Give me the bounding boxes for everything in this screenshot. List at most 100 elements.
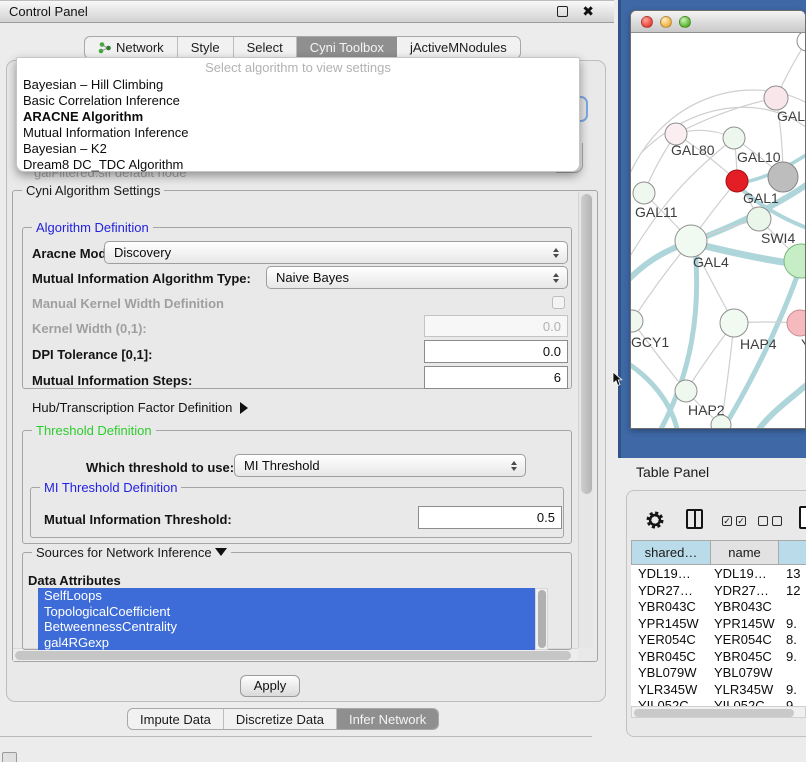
data-attribute-item[interactable]: TopologicalCoefficient <box>38 604 535 620</box>
algorithm-option[interactable]: ARACNE Algorithm <box>17 109 579 125</box>
float-window-icon[interactable] <box>557 6 568 17</box>
table-panel-title: Table Panel <box>636 464 709 480</box>
which-threshold-select[interactable]: MI Threshold <box>234 454 526 477</box>
mi-threshold-field[interactable]: 0.5 <box>418 506 562 529</box>
table-row[interactable]: YBL079WYBL079W <box>632 665 806 682</box>
scrollbar-thumb[interactable] <box>15 651 571 660</box>
table-cell: 9. <box>786 682 797 697</box>
network-node-Y[interactable] <box>787 310 805 336</box>
attributes-list-scrollbar[interactable] <box>535 588 548 650</box>
table-row[interactable]: YDL19…YDL19…13 <box>632 566 806 583</box>
zoom-traffic-light-icon[interactable] <box>679 16 691 28</box>
collapse-down-icon[interactable] <box>215 548 227 556</box>
tab-jactivemnodules[interactable]: jActiveMNodules <box>397 37 520 58</box>
mi-threshold-definition-title: MI Threshold Definition <box>40 481 181 495</box>
unchecked-checkbox-icon[interactable] <box>772 516 782 526</box>
kernel-width-field[interactable]: 0.0 <box>424 315 568 337</box>
network-canvas[interactable]: GALGAL80GAL10GAL1GAL11SWI4GAL4GCY1HAP4YH… <box>631 33 805 429</box>
mi-steps-field[interactable]: 6 <box>424 366 568 389</box>
algorithm-option-list: Bayesian – Hill ClimbingBasic Correlatio… <box>17 77 579 174</box>
tab-label: Style <box>191 40 220 55</box>
algorithm-option[interactable]: Dream8 DC_TDC Algorithm <box>17 157 579 173</box>
mi-type-value: Naive Bayes <box>276 270 553 285</box>
manual-kernel-checkbox[interactable] <box>552 296 565 309</box>
tab-impute-data[interactable]: Impute Data <box>128 709 224 729</box>
network-node-HAP2[interactable] <box>675 380 697 402</box>
gear-icon[interactable] <box>646 511 664 529</box>
algorithm-option[interactable]: Bayesian – Hill Climbing <box>17 77 579 93</box>
popup-prompt: Select algorithm to view settings <box>17 60 579 77</box>
tab-discretize-data[interactable]: Discretize Data <box>224 709 337 729</box>
scrollbar-thumb[interactable] <box>581 194 592 494</box>
mi-type-select[interactable]: Naive Bayes <box>266 266 568 289</box>
table-row[interactable]: YBR045CYBR045C9. <box>632 649 806 666</box>
dpi-tolerance-field[interactable]: 0.0 <box>424 340 568 363</box>
algorithm-option[interactable]: Mutual Information Inference <box>17 125 579 141</box>
hub-definition-toggle[interactable]: Hub/Transcription Factor Definition <box>32 400 248 415</box>
network-node-GCY1[interactable] <box>631 310 643 332</box>
table-row[interactable]: YPR145WYPR145W9. <box>632 616 806 633</box>
close-traffic-light-icon[interactable] <box>641 16 653 28</box>
tab-style[interactable]: Style <box>178 37 234 58</box>
table-row[interactable]: YDR27…YDR27…12 <box>632 583 806 600</box>
document-icon[interactable] <box>799 506 806 529</box>
network-view-window: GALGAL80GAL10GAL1GAL11SWI4GAL4GCY1HAP4YH… <box>630 10 806 429</box>
unchecked-checkbox-icon[interactable] <box>758 516 768 526</box>
table-cell: YBR045C <box>714 649 772 664</box>
table-row[interactable]: YLR345WYLR345W9. <box>632 682 806 699</box>
algorithm-option[interactable]: Basic Correlation Inference <box>17 93 579 109</box>
minimize-traffic-light-icon[interactable] <box>660 16 672 28</box>
algorithm-option[interactable]: Bayesian – K2 <box>17 141 579 157</box>
aracne-mode-select[interactable]: Discovery <box>104 241 568 264</box>
columns-icon[interactable] <box>686 509 703 529</box>
network-node[interactable] <box>784 244 805 278</box>
mi-type-label: Mutual Information Algorithm Type: <box>32 271 251 286</box>
network-node-GAL[interactable] <box>764 86 788 110</box>
node-label: GAL10 <box>737 149 781 165</box>
apply-button[interactable]: Apply <box>240 675 300 697</box>
table-row[interactable]: YBR043CYBR043C <box>632 599 806 616</box>
settings-vertical-scrollbar[interactable] <box>578 192 593 648</box>
tab-cyni-toolbox[interactable]: Cyni Toolbox <box>297 37 397 58</box>
tab-select[interactable]: Select <box>234 37 297 58</box>
minimized-panel-chip[interactable] <box>2 752 17 762</box>
scrollbar-thumb[interactable] <box>634 709 794 717</box>
screen: GALGAL80GAL10GAL1GAL11SWI4GAL4GCY1HAP4YH… <box>0 0 806 762</box>
data-attribute-item[interactable]: SelfLoops <box>38 588 535 604</box>
network-node-SWI4[interactable] <box>747 207 771 231</box>
sources-title-label: Sources for Network Inference <box>36 545 212 560</box>
expand-right-icon[interactable] <box>240 402 248 414</box>
checked-checkbox-icon[interactable]: ✓ <box>736 516 746 526</box>
data-attribute-item[interactable]: BetweennessCentrality <box>38 619 535 635</box>
network-node-GAL11[interactable] <box>633 182 655 204</box>
node-label: Y <box>801 336 805 352</box>
column-header-shared[interactable]: shared… <box>631 540 711 565</box>
control-panel-titlebar[interactable]: Control Panel ✖ <box>0 0 614 23</box>
column-header-name[interactable]: name <box>711 540 779 565</box>
network-window-titlebar[interactable] <box>631 11 805 33</box>
checked-checkbox-icon[interactable]: ✓ <box>722 516 732 526</box>
network-node-GAL1[interactable] <box>726 170 748 192</box>
network-node[interactable] <box>768 162 798 192</box>
network-node-HAP4[interactable] <box>720 309 748 337</box>
tab-infer-network[interactable]: Infer Network <box>337 709 438 729</box>
table-horizontal-scrollbar[interactable] <box>631 706 806 718</box>
scrollbar-thumb[interactable] <box>538 590 546 648</box>
close-window-icon[interactable]: ✖ <box>582 3 594 20</box>
table-rows: YDL19…YDL19…13YDR27…YDR27…12YBR043CYBR04… <box>632 566 806 715</box>
network-node-GAL10[interactable] <box>723 127 745 149</box>
network-node[interactable] <box>797 33 805 51</box>
column-header-clipped[interactable] <box>779 540 806 565</box>
sources-group-title[interactable]: Sources for Network Inference <box>32 546 231 560</box>
table-cell: 12 <box>786 583 800 598</box>
data-attribute-item[interactable]: gal4RGexp <box>38 635 535 650</box>
tab-label: Infer Network <box>349 712 426 727</box>
control-panel-tabbar: Network Style Select Cyni Toolbox jActiv… <box>84 36 521 59</box>
tab-network[interactable]: Network <box>85 37 178 58</box>
table-row[interactable]: YER054CYER054C8. <box>632 632 806 649</box>
data-attributes-list[interactable]: SelfLoopsTopologicalCoefficientBetweenne… <box>38 588 535 650</box>
network-node-GAL4[interactable] <box>675 225 707 257</box>
table-cell: YBR043C <box>714 599 772 614</box>
network-edges-teal <box>631 153 805 429</box>
table-cell: YBL079W <box>638 665 697 680</box>
